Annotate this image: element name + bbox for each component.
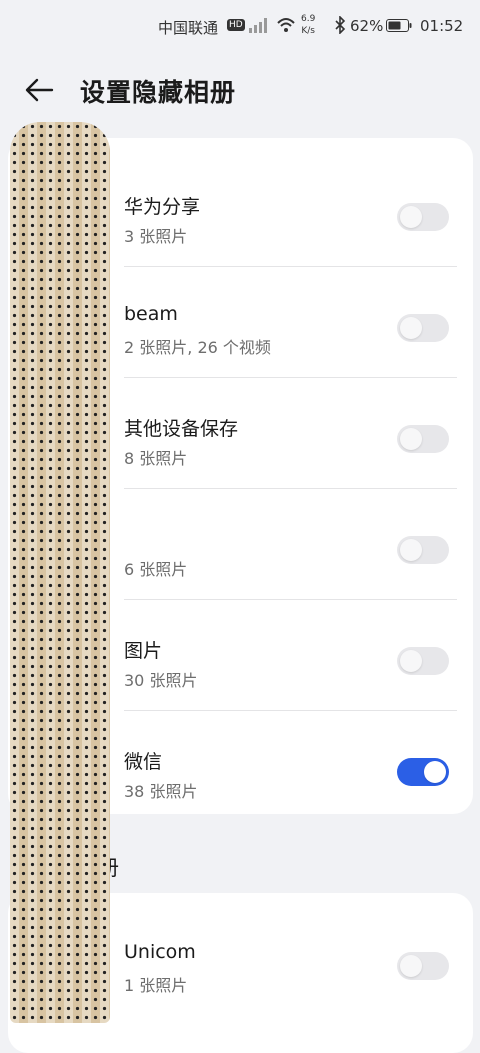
album-count: 38 张照片 bbox=[124, 782, 198, 801]
album-count: 1 张照片 bbox=[124, 976, 188, 995]
toggle-knob bbox=[400, 955, 422, 977]
carrier-label: 中国联通 bbox=[158, 19, 219, 37]
toggle-knob bbox=[400, 539, 422, 561]
album-count: 3 张照片 bbox=[124, 227, 188, 246]
toggle-knob bbox=[400, 206, 422, 228]
album-count: 2 张照片, 26 个视频 bbox=[124, 338, 271, 357]
album-count: 6 张照片 bbox=[124, 560, 188, 579]
album-name: 微信 bbox=[124, 751, 163, 773]
title-bar: 设置隐藏相册 bbox=[0, 54, 480, 124]
status-bar: 中国联通 HD 6.9 K/s 62% 01:52 bbox=[0, 0, 480, 54]
album-thumbnails-obscured bbox=[10, 122, 110, 1023]
hd-badge: HD bbox=[227, 19, 245, 31]
hide-album-toggle[interactable] bbox=[397, 203, 449, 231]
battery-percent: 62% bbox=[350, 17, 384, 35]
network-speed-unit: K/s bbox=[301, 26, 315, 36]
toggle-knob bbox=[400, 650, 422, 672]
album-name: Unicom bbox=[124, 941, 196, 963]
hide-album-toggle[interactable] bbox=[397, 536, 449, 564]
hide-album-toggle[interactable] bbox=[397, 425, 449, 453]
network-speed-value: 6.9 bbox=[301, 14, 316, 24]
album-name: beam bbox=[124, 303, 178, 325]
album-name: 其他设备保存 bbox=[124, 418, 239, 440]
album-count: 30 张照片 bbox=[124, 671, 198, 690]
album-name: 华为分享 bbox=[124, 196, 201, 218]
hide-album-toggle[interactable] bbox=[397, 952, 449, 980]
back-arrow-icon[interactable] bbox=[22, 72, 58, 108]
wifi-icon bbox=[277, 18, 295, 32]
album-name: 图片 bbox=[124, 640, 163, 662]
clock: 01:52 bbox=[420, 17, 464, 35]
network-speed: 6.9 K/s bbox=[301, 13, 315, 37]
page-title: 设置隐藏相册 bbox=[80, 78, 237, 107]
hide-album-toggle[interactable] bbox=[397, 314, 449, 342]
toggle-knob bbox=[424, 761, 446, 783]
bluetooth-icon bbox=[335, 16, 346, 34]
battery-icon bbox=[386, 19, 412, 32]
hide-album-toggle[interactable] bbox=[397, 758, 449, 786]
hide-album-toggle[interactable] bbox=[397, 647, 449, 675]
album-count: 8 张照片 bbox=[124, 449, 188, 468]
toggle-knob bbox=[400, 317, 422, 339]
toggle-knob bbox=[400, 428, 422, 450]
signal-icon bbox=[249, 18, 267, 33]
